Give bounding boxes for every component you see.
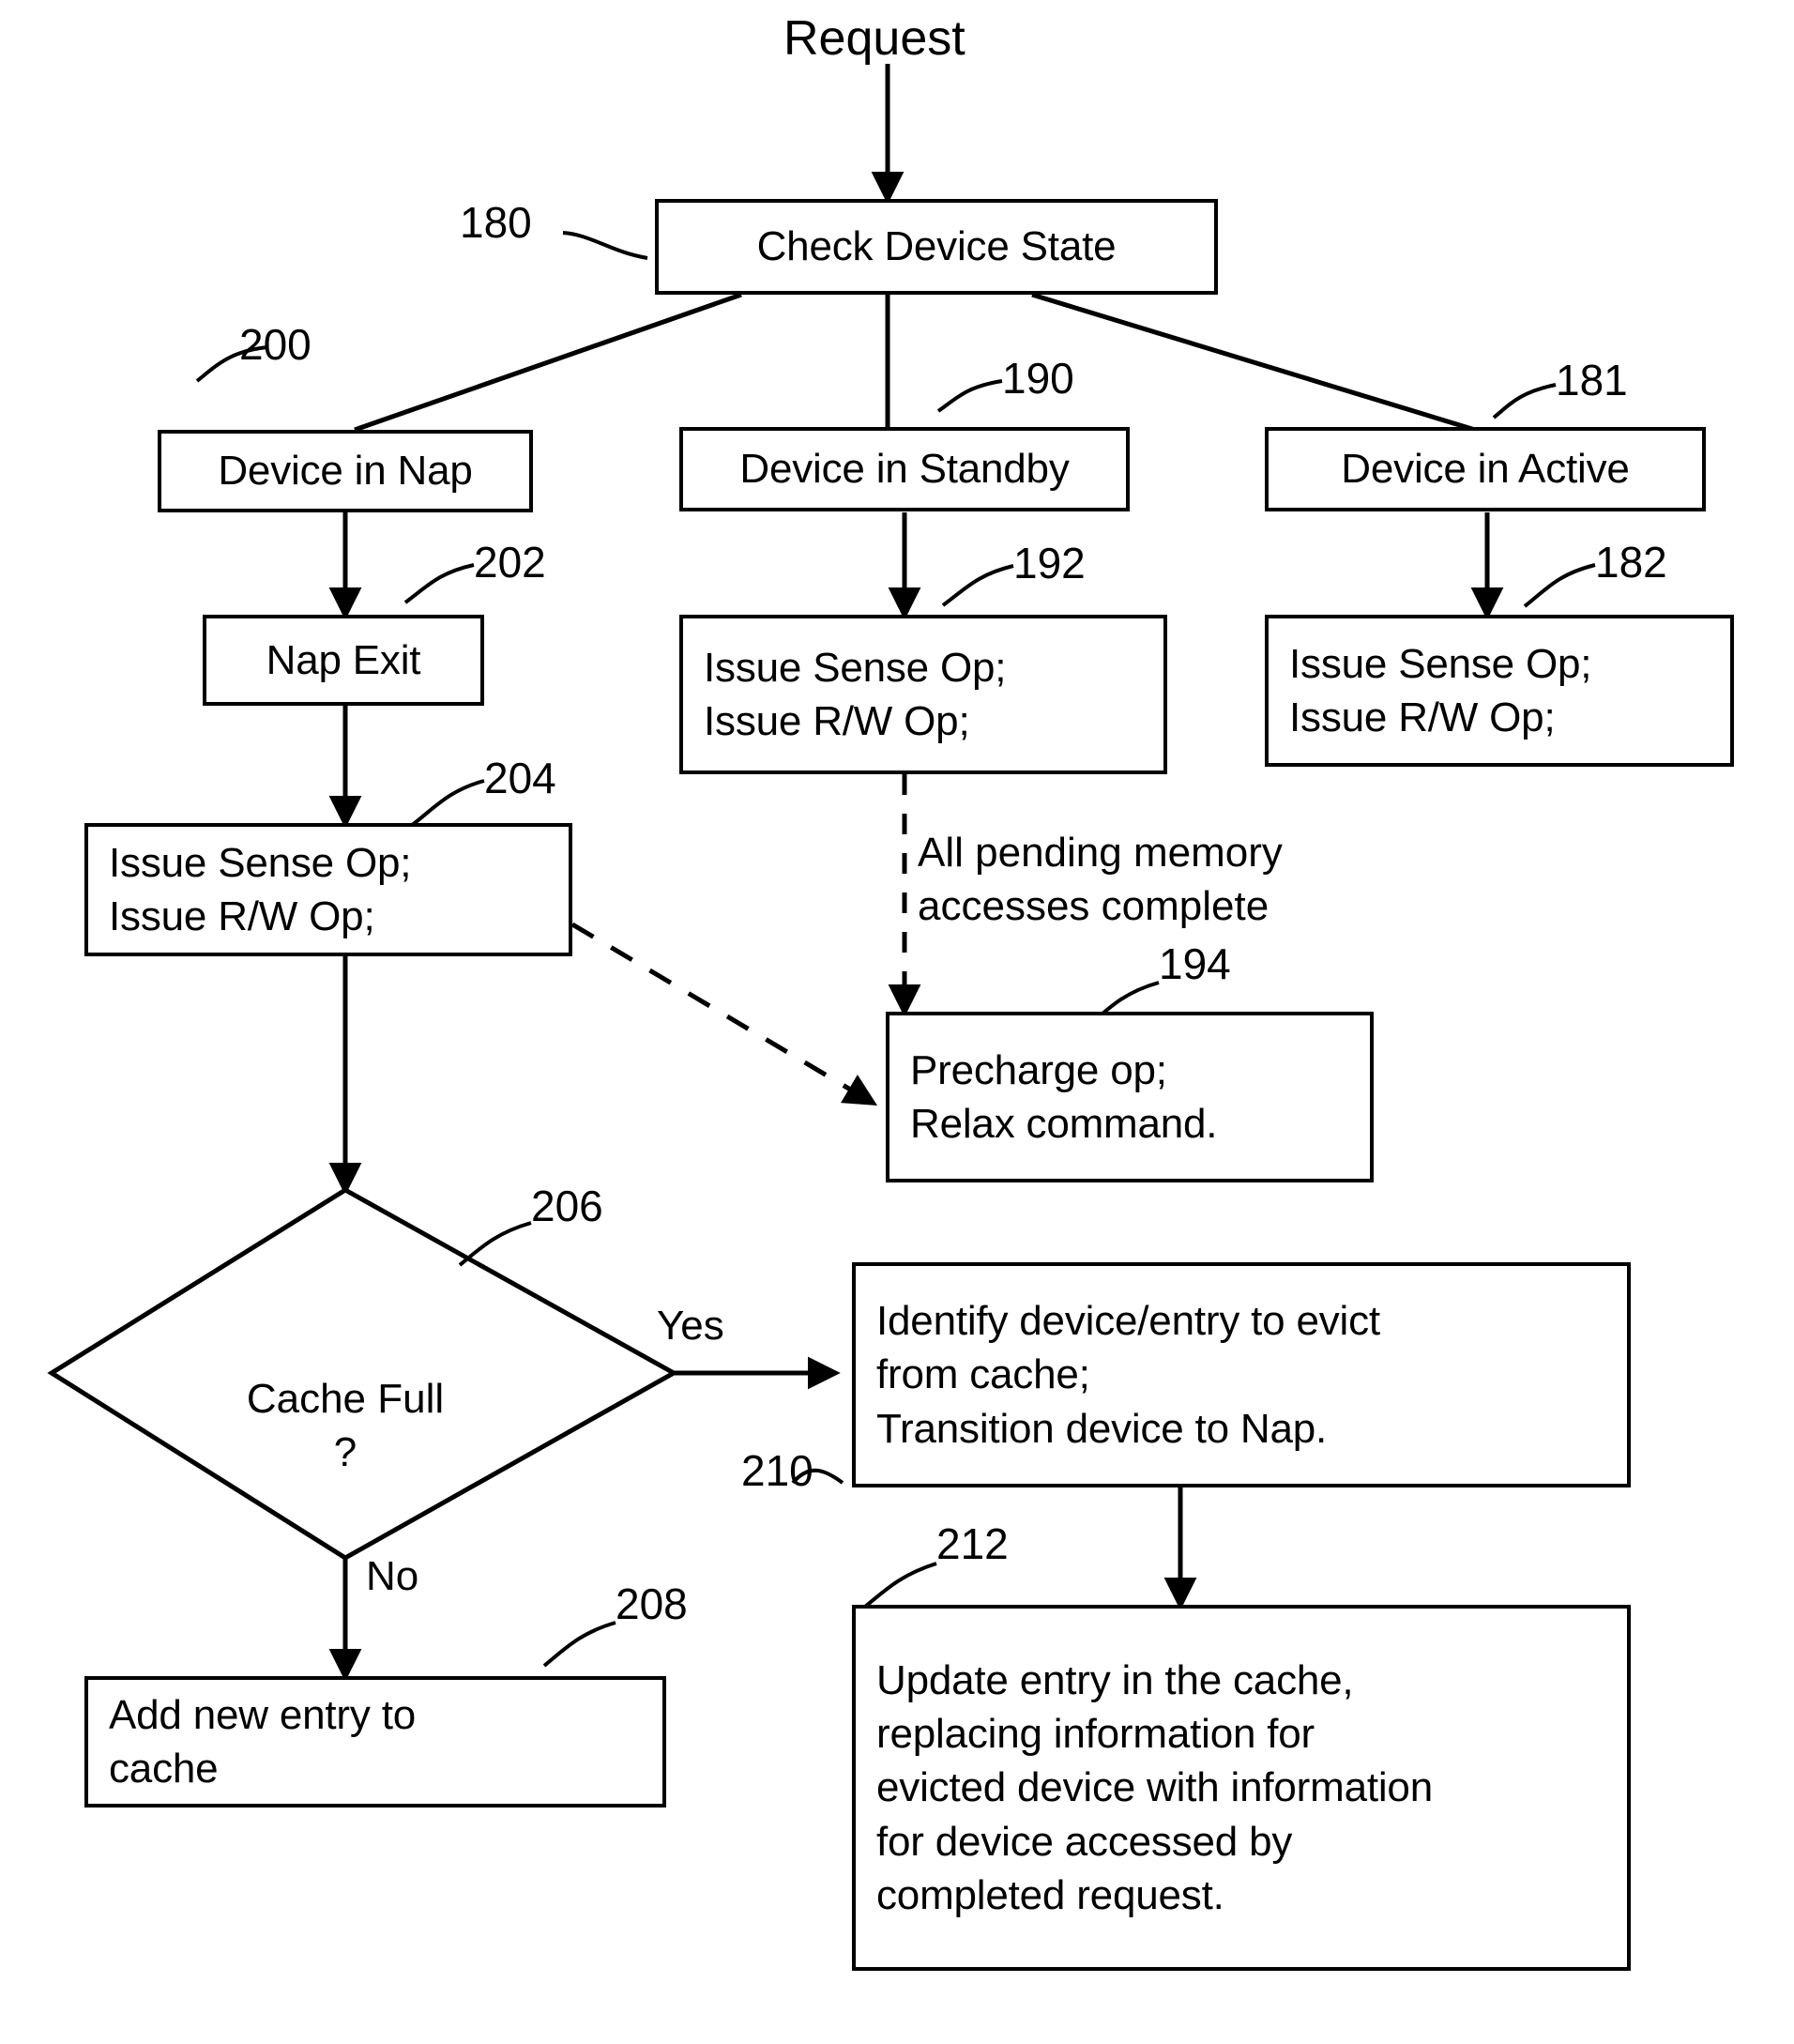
node-label: Identify device/entry to evict from cach… xyxy=(876,1298,1380,1452)
node-device-in-active[interactable]: Device in Active xyxy=(1265,427,1706,511)
node-label: Device in Nap xyxy=(218,448,473,495)
ref-label-182: 182 xyxy=(1595,538,1667,587)
node-cache-full[interactable]: Cache Full ? xyxy=(158,1319,533,1480)
node-device-in-standby[interactable]: Device in Standby xyxy=(679,427,1130,511)
node-label: Nap Exit xyxy=(266,636,421,683)
leader-192 xyxy=(941,564,1014,607)
node-label: Cache Full ? xyxy=(246,1376,445,1476)
leader-180 xyxy=(562,231,648,260)
leader-206 xyxy=(458,1221,532,1267)
node-issue-ops-active[interactable]: Issue Sense Op; Issue R/W Op; xyxy=(1265,615,1734,767)
node-identify-evict[interactable]: Identify device/entry to evict from cach… xyxy=(852,1262,1631,1487)
leader-190 xyxy=(936,379,1003,413)
node-nap-exit[interactable]: Nap Exit xyxy=(203,615,484,706)
leader-202 xyxy=(403,563,475,604)
ref-label-194: 194 xyxy=(1159,939,1231,988)
node-label: Issue Sense Op; Issue R/W Op; xyxy=(1289,640,1592,740)
ref-label-210: 210 xyxy=(741,1446,813,1495)
edge-issueops204-to-precharge-dashed xyxy=(570,922,878,1106)
node-device-in-nap[interactable]: Device in Nap xyxy=(158,430,533,512)
node-label: Add new entry to cache xyxy=(109,1691,416,1792)
ref-label-200: 200 xyxy=(239,320,312,369)
entry-label-request: Request xyxy=(783,11,965,66)
node-issue-ops-nap[interactable]: Issue Sense Op; Issue R/W Op; xyxy=(84,823,572,956)
node-label: Device in Active xyxy=(1341,446,1630,493)
leader-181 xyxy=(1492,383,1557,419)
node-label: Issue Sense Op; Issue R/W Op; xyxy=(704,644,1007,744)
leader-182 xyxy=(1523,563,1596,608)
edge-check-to-active xyxy=(1031,292,1476,433)
node-label: Update entry in the cache, replacing inf… xyxy=(876,1657,1433,1918)
edge-check-to-nap xyxy=(354,292,742,433)
node-check-device-state[interactable]: Check Device State xyxy=(655,199,1218,295)
leader-208 xyxy=(542,1621,616,1668)
edge-label-pending-accesses: All pending memory accesses complete xyxy=(918,830,1283,930)
ref-label-212: 212 xyxy=(936,1519,1009,1568)
ref-label-206: 206 xyxy=(531,1182,603,1230)
node-label: Device in Standby xyxy=(739,446,1070,493)
ref-label-181: 181 xyxy=(1556,356,1628,404)
ref-label-208: 208 xyxy=(616,1579,688,1628)
ref-label-192: 192 xyxy=(1013,539,1086,587)
ref-label-202: 202 xyxy=(474,538,546,587)
edge-label-yes: Yes xyxy=(657,1303,724,1349)
node-label: Precharge op; Relax command. xyxy=(910,1046,1218,1147)
node-label: Issue Sense Op; Issue R/W Op; xyxy=(109,839,412,939)
figure-canvas: Request Check Device State 180 Device in… xyxy=(0,0,1794,2044)
leader-212 xyxy=(863,1562,937,1609)
node-precharge[interactable]: Precharge op; Relax command. xyxy=(886,1012,1374,1182)
ref-label-190: 190 xyxy=(1002,354,1074,403)
node-issue-ops-standby[interactable]: Issue Sense Op; Issue R/W Op; xyxy=(679,615,1167,774)
node-label: Check Device State xyxy=(756,223,1117,270)
ref-label-180: 180 xyxy=(460,198,532,247)
leader-204 xyxy=(409,779,485,828)
ref-label-204: 204 xyxy=(484,754,556,802)
node-update-entry[interactable]: Update entry in the cache, replacing inf… xyxy=(852,1605,1631,1971)
edge-label-no: No xyxy=(366,1553,419,1599)
node-add-new-entry[interactable]: Add new entry to cache xyxy=(84,1676,666,1808)
